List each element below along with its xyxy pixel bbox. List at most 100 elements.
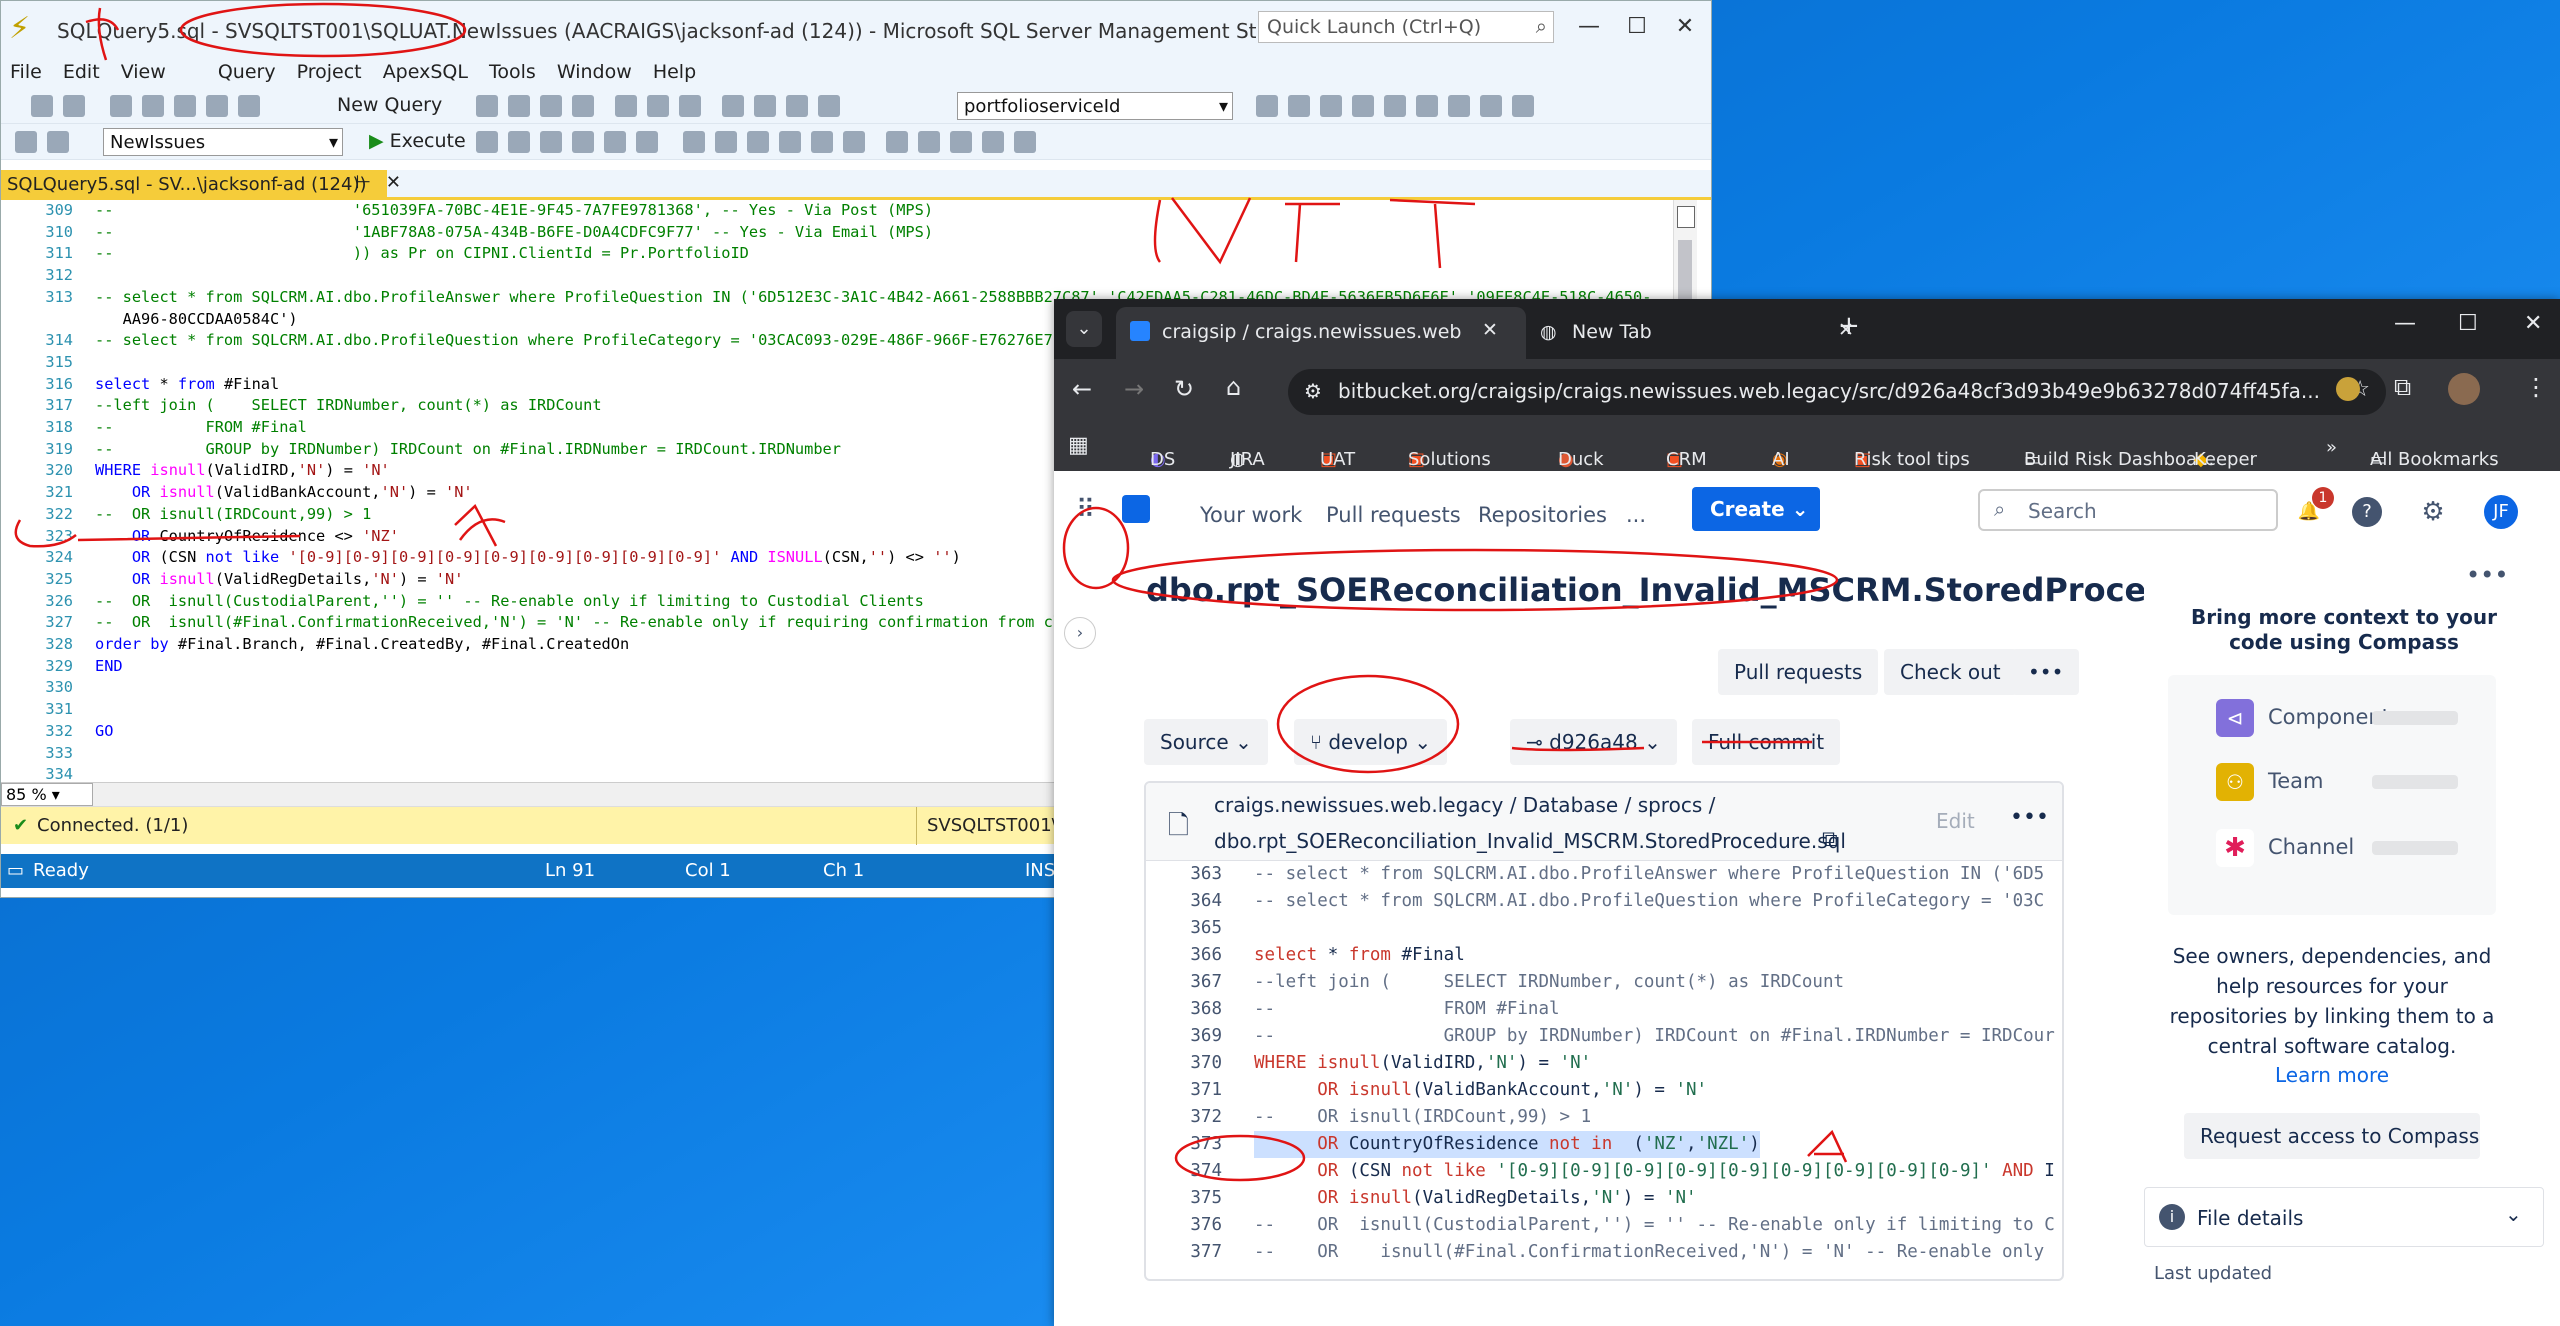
tab-search-button[interactable]: ⌄ xyxy=(1066,311,1102,347)
nav-pull-requests[interactable]: Pull requests xyxy=(1326,503,1461,527)
solution-explorer-icon[interactable] xyxy=(786,95,808,117)
menu-apexsql[interactable]: ApexSQL xyxy=(383,58,468,86)
registered-servers-icon[interactable] xyxy=(1256,95,1278,117)
outdent-icon[interactable] xyxy=(950,131,972,153)
menu-tools[interactable]: Tools xyxy=(489,58,536,86)
redo-icon[interactable] xyxy=(754,95,776,117)
results-file-icon[interactable] xyxy=(843,131,865,153)
nav-your-work[interactable]: Your work xyxy=(1200,503,1302,527)
live-stats-icon[interactable] xyxy=(715,131,737,153)
commit-dropdown[interactable]: ⊸ d926a48 ⌄ xyxy=(1510,719,1677,765)
display-plan-icon[interactable] xyxy=(540,131,562,153)
results-grid-icon[interactable] xyxy=(811,131,833,153)
results-text-icon[interactable] xyxy=(779,131,801,153)
quick-launch-input[interactable]: Quick Launch (Ctrl+Q) ⌕ xyxy=(1258,11,1554,43)
bitbucket-logo-icon[interactable] xyxy=(1122,495,1150,523)
close-tab-icon[interactable]: ✕ xyxy=(386,172,401,193)
template-browser-icon[interactable] xyxy=(1352,95,1374,117)
client-stats-icon[interactable] xyxy=(747,131,769,153)
branch-dropdown[interactable]: ⑂ develop ⌄ xyxy=(1294,719,1448,765)
dmx-query-icon[interactable] xyxy=(508,95,530,117)
check-out-button[interactable]: Check out xyxy=(1884,649,2017,695)
options-icon[interactable] xyxy=(1512,95,1534,117)
file-code[interactable]: 363 -- select * from SQLCRM.AI.dbo.Profil… xyxy=(1146,861,2062,1279)
more-actions-button[interactable]: ••• xyxy=(2012,649,2080,695)
nav-forward-icon[interactable] xyxy=(1448,95,1470,117)
analyze-icon[interactable] xyxy=(604,131,626,153)
more-bookmarks-icon[interactable]: » xyxy=(2326,437,2337,458)
toolbox-icon[interactable] xyxy=(1320,95,1342,117)
database-select[interactable]: NewIssues ▾ xyxy=(103,128,343,156)
copy-icon[interactable]: ⧉ xyxy=(1822,827,1838,852)
undo-icon[interactable] xyxy=(722,95,744,117)
nav-repositories[interactable]: Repositories xyxy=(1478,503,1607,527)
tab-sqlquery5[interactable]: SQLQuery5.sql - SV...\jacksonf-ad (124))… xyxy=(1,170,401,200)
include-plan-icon[interactable] xyxy=(683,131,705,153)
query-designer-icon[interactable] xyxy=(572,131,594,153)
cut-icon[interactable] xyxy=(615,95,637,117)
source-dropdown[interactable]: Source ⌄ xyxy=(1144,719,1268,765)
open-file-icon[interactable] xyxy=(174,95,196,117)
new-tab-button[interactable]: + xyxy=(1838,311,1860,341)
forward-icon[interactable] xyxy=(63,95,85,117)
avatar[interactable]: JF xyxy=(2484,495,2518,529)
save-icon[interactable] xyxy=(206,95,228,117)
layout-icon[interactable] xyxy=(1480,95,1502,117)
properties-icon[interactable] xyxy=(1288,95,1310,117)
indent-icon[interactable] xyxy=(982,131,1004,153)
xmla-query-icon[interactable] xyxy=(540,95,562,117)
file-details-panel[interactable]: i File details ⌄ xyxy=(2144,1187,2544,1247)
menu-help[interactable]: Help xyxy=(653,58,696,86)
file-more-icon[interactable]: ••• xyxy=(2010,805,2049,830)
split-icon[interactable] xyxy=(1677,206,1695,228)
parse-icon[interactable] xyxy=(508,131,530,153)
search-input[interactable]: ⌕ Search xyxy=(1978,489,2278,531)
mdx-query-icon[interactable] xyxy=(476,95,498,117)
intellisense-icon[interactable] xyxy=(636,131,658,153)
menu-window[interactable]: Window xyxy=(557,58,632,86)
nav-back-icon[interactable] xyxy=(1416,95,1438,117)
new-query-button[interactable]: New Query xyxy=(337,94,442,116)
comment-icon[interactable] xyxy=(886,131,908,153)
menu-edit[interactable]: Edit xyxy=(63,58,100,86)
execute-button[interactable]: ▶ Execute xyxy=(369,130,466,152)
add-item-icon[interactable] xyxy=(142,95,164,117)
tab-new-tab[interactable]: ◍ New Tab ✕ xyxy=(1464,307,1864,359)
specify-values-icon[interactable] xyxy=(1014,131,1036,153)
change-connection-icon[interactable] xyxy=(47,131,69,153)
forward-icon[interactable]: → xyxy=(1124,375,1144,403)
copy-icon[interactable] xyxy=(647,95,669,117)
file-breadcrumb[interactable]: craigs.newissues.web.legacy / Database /… xyxy=(1214,793,1715,817)
object-explorer-icon[interactable] xyxy=(1384,95,1406,117)
close-button[interactable]: ✕ xyxy=(2524,311,2542,336)
learn-more-link[interactable]: Learn more xyxy=(2168,1063,2496,1087)
find-combobox[interactable]: portfolioserviceId ▾ xyxy=(957,92,1233,120)
sidebar-more-icon[interactable]: ••• xyxy=(2466,561,2508,589)
pin-icon[interactable]: ⊢ xyxy=(355,172,371,193)
more-menu-icon[interactable]: ⋮ xyxy=(2524,373,2548,401)
pull-requests-button[interactable]: Pull requests xyxy=(1718,649,1879,695)
uncomment-icon[interactable] xyxy=(918,131,940,153)
minimize-button[interactable]: — xyxy=(2394,311,2416,336)
paste-icon[interactable] xyxy=(679,95,701,117)
home-icon[interactable]: ⌂ xyxy=(1226,373,1241,401)
site-info-icon[interactable]: ⚙ xyxy=(1304,379,1322,403)
request-access-button[interactable]: Request access to Compass xyxy=(2184,1113,2480,1159)
back-icon[interactable]: ← xyxy=(1072,375,1092,403)
extension-icon[interactable] xyxy=(2336,377,2360,401)
nav-more[interactable]: ... xyxy=(1626,503,1646,527)
expand-sidebar-icon[interactable]: › xyxy=(1064,617,1096,649)
extensions-puzzle-icon[interactable]: ⧉ xyxy=(2394,373,2411,401)
menu-project[interactable]: Project xyxy=(297,58,362,86)
reload-icon[interactable]: ↻ xyxy=(1174,375,1194,403)
settings-icon[interactable]: ⚙ xyxy=(2418,497,2448,527)
maximize-button[interactable]: ☐ xyxy=(2458,311,2478,336)
help-icon[interactable]: ? xyxy=(2352,497,2382,527)
profile-avatar[interactable] xyxy=(2448,373,2480,405)
full-commit-button[interactable]: Full commit xyxy=(1692,719,1841,765)
connect-icon[interactable] xyxy=(15,131,37,153)
das-query-icon[interactable] xyxy=(572,95,594,117)
menu-file[interactable]: File xyxy=(10,58,42,86)
edit-button[interactable]: Edit xyxy=(1936,809,1975,833)
stop-icon[interactable] xyxy=(476,131,498,153)
